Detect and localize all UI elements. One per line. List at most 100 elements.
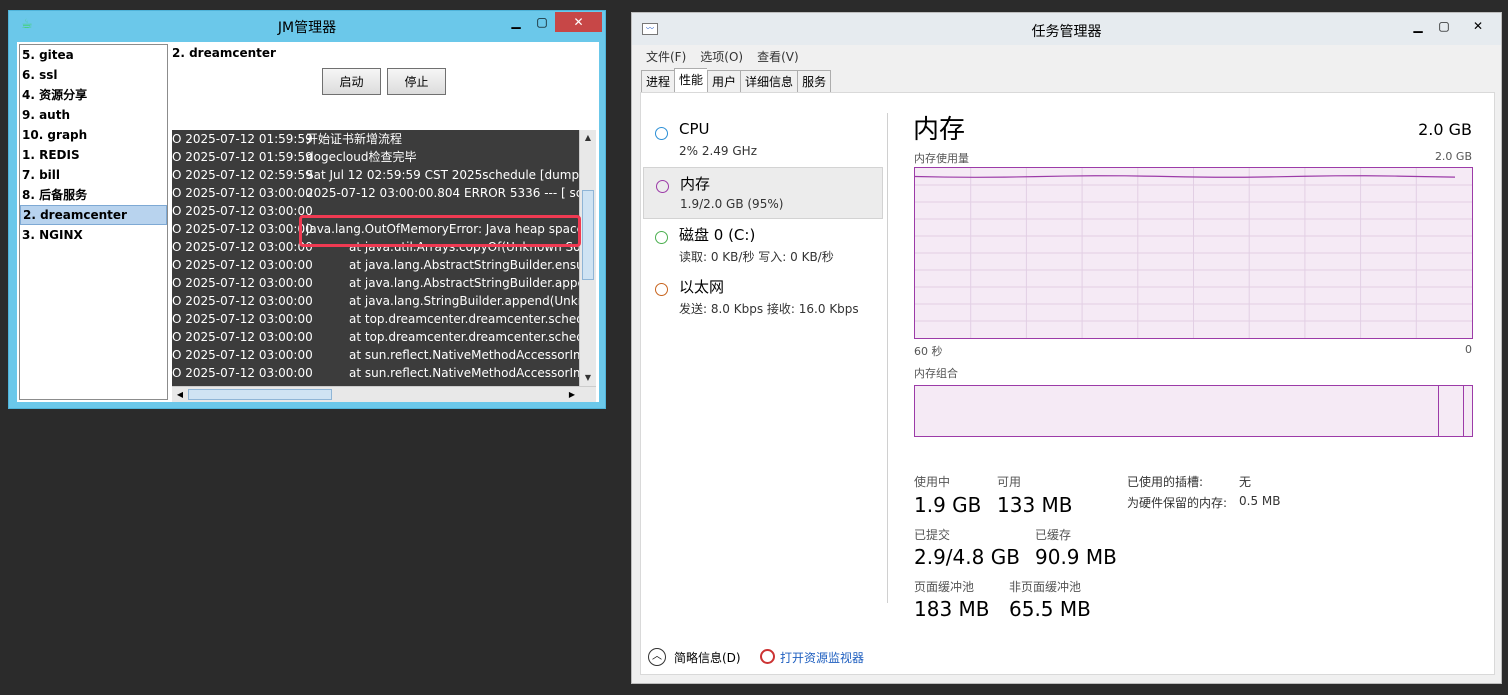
project-list-item[interactable]: 5. gitea (20, 45, 167, 65)
tab[interactable]: 详细信息 (740, 70, 798, 93)
reserved-value: 0.5 MB (1239, 494, 1281, 508)
memory-total: 2.0 GB (1418, 120, 1472, 139)
menu-item[interactable]: 选项(O) (700, 48, 743, 65)
slots-value: 无 (1239, 475, 1252, 489)
sidebar-item[interactable]: CPU 2% 2.49 GHz (643, 115, 883, 167)
menu-item[interactable]: 文件(F) (646, 48, 686, 65)
project-list-item[interactable]: 6. ssl (20, 65, 167, 85)
maximize-button[interactable]: ▢ (1431, 16, 1457, 36)
usage-line (915, 175, 1456, 178)
close-button[interactable]: ✕ (1457, 16, 1499, 36)
in-use-label: 使用中 (914, 475, 951, 489)
log-timestamp: O 2025-07-12 03:00:00 (172, 276, 313, 290)
memory-usage-graph (914, 167, 1473, 339)
jm-title-bar[interactable]: ☕ JM管理器 ▁ ▢ ✕ (9, 11, 605, 42)
tm-window-title: 任务管理器 (1031, 24, 1102, 40)
log-row: O 2025-07-12 03:00:00 at sun.reflect.Nati… (172, 346, 579, 364)
resource-heading: 内存 (913, 115, 966, 145)
log-horizontal-scrollbar[interactable]: ◀ ▶ (172, 386, 596, 402)
tab[interactable]: 性能 (674, 68, 708, 93)
log-timestamp: O 2025-07-12 03:00:00 (172, 312, 313, 326)
log-row: O 2025-07-12 03:00:00 at java.lang.Abstra… (172, 256, 579, 274)
footer: ︿ 简略信息(D) 打开资源监视器 (640, 639, 1495, 683)
sidebar-item[interactable]: 磁盘 0 (C:) 读取: 0 KB/秒 写入: 0 KB/秒 (643, 219, 883, 271)
tab[interactable]: 用户 (707, 70, 741, 93)
current-project-name: 2. dreamcenter (172, 46, 276, 60)
nonpaged-pool-label: 非页面缓冲池 (1009, 580, 1082, 594)
minimize-button[interactable]: ▁ (503, 12, 529, 32)
divider (887, 113, 888, 603)
cached-label: 已缓存 (1035, 528, 1072, 542)
sidebar-item-name: 以太网 (679, 278, 725, 296)
available-value: 133 MB (997, 493, 1073, 517)
scroll-left-icon[interactable]: ◀ (172, 387, 188, 402)
sidebar-item[interactable]: 内存 1.9/2.0 GB (95%) (643, 167, 883, 219)
sidebar-item-name: 内存 (680, 175, 711, 193)
jm-manager-window: ☕ JM管理器 ▁ ▢ ✕ 5. gitea 6. ssl 4. 资源分享 9. au… (8, 10, 606, 409)
log-message: at top.dreamcenter.dreamcenter.schedule (349, 330, 579, 344)
project-list-item[interactable]: 10. graph (20, 125, 167, 145)
project-list-item[interactable]: 8. 后备服务 (20, 185, 167, 205)
nonpaged-pool-value: 65.5 MB (1009, 597, 1091, 621)
log-row: O 2025-07-12 01:59:59 开始证书新增流程 (172, 130, 579, 148)
log-timestamp: O 2025-07-12 01:59:59 (172, 132, 313, 146)
project-list-item[interactable]: 9. auth (20, 105, 167, 125)
project-list-item[interactable]: 7. bill (20, 165, 167, 185)
maximize-button[interactable]: ▢ (529, 12, 555, 32)
sidebar-item[interactable]: 以太网发送: 8.0 Kbps 接收: 16.0 Kbps (643, 271, 883, 323)
project-list[interactable]: 5. gitea 6. ssl 4. 资源分享 9. auth 10. graph 1. … (19, 44, 168, 400)
log-message: at java.lang.AbstractStringBuilder.appen… (349, 276, 579, 290)
project-list-item[interactable]: 4. 资源分享 (20, 85, 167, 105)
scroll-right-icon[interactable]: ▶ (564, 387, 580, 402)
stop-button[interactable]: 停止 (387, 68, 446, 95)
scroll-up-icon[interactable]: ▲ (580, 130, 596, 146)
log-timestamp: O 2025-07-12 03:00:00 (172, 204, 313, 218)
project-list-item[interactable]: 2. dreamcenter (20, 205, 167, 225)
composition-divider (1438, 386, 1439, 436)
cached-value: 90.9 MB (1035, 545, 1117, 569)
project-list-item[interactable]: 1. REDIS (20, 145, 167, 165)
horizontal-scroll-thumb[interactable] (188, 389, 332, 400)
status-circle-icon (655, 283, 668, 296)
vertical-scroll-thumb[interactable] (582, 190, 594, 280)
log-row: O 2025-07-12 03:00:00 at top.dreamcenter.… (172, 328, 579, 346)
minimize-button[interactable]: ▁ (1405, 16, 1431, 36)
log-row: O 2025-07-12 02:59:59 Sat Jul 12 02:59:59… (172, 166, 579, 184)
log-timestamp: O 2025-07-12 02:59:59 (172, 168, 313, 182)
tab[interactable]: 服务 (797, 70, 832, 93)
composition-label: 内存组合 (914, 367, 958, 380)
chevron-up-icon[interactable]: ︿ (648, 648, 666, 666)
available-label: 可用 (997, 475, 1022, 489)
log-timestamp: O 2025-07-12 03:00:00 (172, 258, 313, 272)
log-message: 2025-07-12 03:00:00.804 ERROR 5336 --- [… (306, 186, 579, 200)
sidebar-item-detail: 2% 2.49 GHz (679, 144, 758, 158)
log-row: O 2025-07-12 01:59:59 dogecloud检查完毕 (172, 148, 579, 166)
close-button[interactable]: ✕ (555, 12, 602, 32)
start-button[interactable]: 启动 (322, 68, 381, 95)
memory-composition-bar (914, 385, 1473, 437)
usage-graph-svg (915, 168, 1472, 338)
graph-axis-right: 0 (1465, 343, 1472, 356)
status-circle-icon (655, 127, 668, 140)
log-timestamp: O 2025-07-12 03:00:00 (172, 366, 313, 380)
log-row: O 2025-07-12 03:00:00 at java.lang.Abstra… (172, 274, 579, 292)
log-message: dogecloud检查完毕 (306, 150, 417, 164)
scroll-down-icon[interactable]: ▼ (580, 370, 596, 386)
project-list-item[interactable]: 3. NGINX (20, 225, 167, 245)
open-resource-monitor-link[interactable]: 打开资源监视器 (780, 649, 864, 666)
reserved-label: 为硬件保留的内存: (1127, 496, 1228, 510)
composition-divider (1463, 386, 1464, 436)
menu-item[interactable]: 查看(V) (757, 48, 799, 65)
tm-title-bar[interactable]: 〰 任务管理器 ▁ ▢ ✕ (632, 13, 1501, 45)
fewer-details-link[interactable]: 简略信息(D) (674, 649, 741, 666)
log-output[interactable]: O 2025-07-12 01:59:59 开始证书新增流程 O 2025-07-1… (172, 130, 579, 386)
sidebar-item-name: 磁盘 0 (C:) (679, 226, 756, 244)
log-timestamp: O 2025-07-12 03:00:00 (172, 348, 313, 362)
sidebar-item-name: CPU (679, 120, 710, 138)
log-timestamp: O 2025-07-12 03:00:00 (172, 240, 313, 254)
sidebar-item-detail: 发送: 8.0 Kbps 接收: 16.0 Kbps (679, 302, 859, 316)
tab[interactable]: 进程 (641, 70, 675, 93)
log-row: O 2025-07-12 03:00:00 at top.dreamcenter.… (172, 310, 579, 328)
log-message: at top.dreamcenter.dreamcenter.schedule (349, 312, 579, 326)
log-vertical-scrollbar[interactable]: ▲ ▼ (579, 130, 596, 386)
